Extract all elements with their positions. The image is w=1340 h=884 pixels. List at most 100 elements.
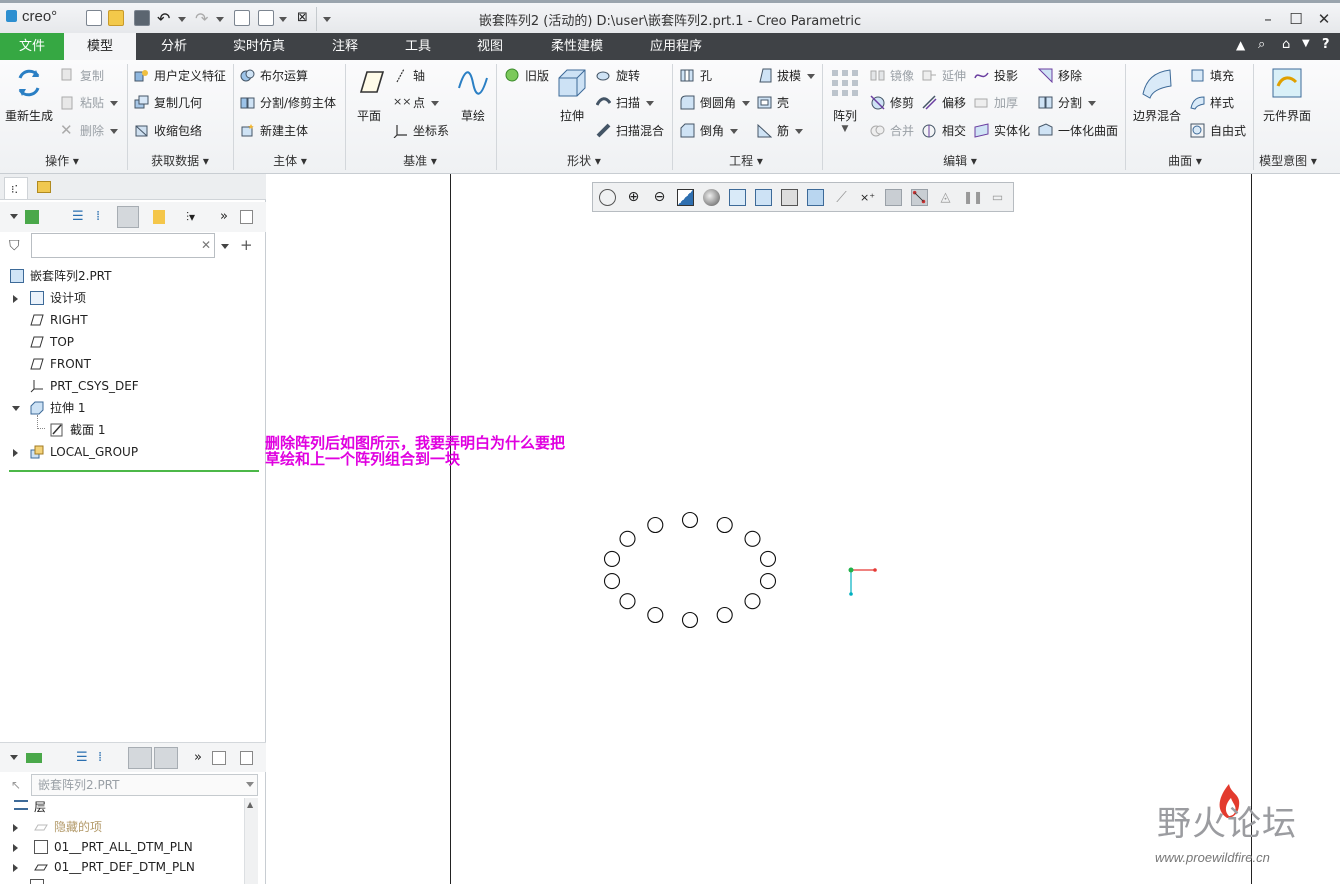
delete-button[interactable]: ✕ 删除 [60,121,119,141]
fill-button[interactable]: 填充 [1190,66,1234,86]
close-button[interactable]: ✕ [1314,9,1334,29]
boundary-blend-button[interactable]: 边界混合 [1131,66,1183,124]
layer-item-all-dtm-pln[interactable]: 01__PRT_ALL_DTM_PLN [34,837,193,857]
layer-display-toggle[interactable] [128,747,152,769]
merge-button[interactable]: 合并 [870,121,914,141]
collapse-ribbon-icon[interactable]: ▲ [1236,38,1245,52]
tree-item-extrude[interactable]: 拉伸 1 [30,398,85,418]
layer-columns-icon[interactable]: ⁞ [98,751,114,765]
folder-browser-tab[interactable] [32,177,56,199]
tab-analysis[interactable]: 分析 [146,33,202,60]
revolve-button[interactable]: 旋转 [596,66,640,86]
close-window-icon[interactable]: ⊠ [297,10,308,25]
datum-point-button[interactable]: ×× 点 [393,93,440,113]
layer-properties-toggle[interactable] [154,747,178,769]
layer-item-def-dtm-pln[interactable]: 01__PRT_DEF_DTM_PLN [34,857,195,877]
expand-icon[interactable] [13,295,18,303]
tab-flexible-modeling[interactable]: 柔性建模 [536,33,618,60]
group-label-surfaces[interactable]: 曲面 ▾ [1160,152,1210,169]
windows-icon[interactable] [258,10,274,26]
tree-item-design-items[interactable]: 设计项 [30,288,86,308]
windows-dropdown-icon[interactable] [279,17,287,25]
expand-icon[interactable] [13,824,18,832]
help-dropdown-icon[interactable]: ▼ [1302,38,1310,49]
mirror-button[interactable]: 镜像 [870,66,914,86]
sweep-button[interactable]: 扫描 [596,93,655,113]
copy-button[interactable]: 复制 [60,66,104,86]
intersect-button[interactable]: 相交 [922,121,966,141]
layer-expand-icon[interactable]: ☰ [76,751,92,765]
tab-file[interactable]: 文件 [0,33,64,60]
tree-search-input[interactable] [31,233,215,258]
boolean-button[interactable]: 布尔运算 [240,66,308,86]
layer-scrollbar[interactable]: ▲ [244,798,258,884]
legacy-button[interactable]: 旧版 [505,66,549,86]
tree-expand-icon[interactable]: ☰ [72,210,88,224]
search-dropdown-icon[interactable] [221,244,229,249]
expand-icon[interactable] [13,864,18,872]
datum-plane-button[interactable]: 平面 [352,66,386,124]
shrinkwrap-button[interactable]: 收缩包络 [134,121,202,141]
layer-menu-dropdown-icon[interactable] [10,755,18,760]
show-icon[interactable] [153,210,165,224]
maximize-button[interactable]: ☐ [1286,9,1306,29]
layers-icon[interactable] [26,753,42,763]
layer-list-icon[interactable] [212,751,226,765]
extrude-button[interactable]: 拉伸 [554,66,590,124]
pattern-hole[interactable] [619,530,636,547]
sketch-button[interactable]: 草绘 [456,66,490,124]
tab-applications[interactable]: 应用程序 [638,33,714,60]
model-tree-tab[interactable]: ⁝⁚ [4,177,28,199]
project-button[interactable]: 投影 [974,66,1018,86]
graphics-window[interactable]: ⊕ ⊖ ⟋ ×⁺ ◬ ❚❚ ▭ 删除阵列后如图所示，我要弄明白为什么要把 草绘和… [265,174,1340,884]
draft-button[interactable]: 拔模 [757,66,816,86]
datum-axis-button[interactable]: 轴 [393,66,425,86]
layer-notes-icon[interactable] [240,751,253,765]
unify-surfaces-button[interactable]: 一体化曲面 [1038,121,1118,141]
tab-view[interactable]: 视图 [464,33,516,60]
pattern-hole[interactable] [744,593,761,610]
regenerate-quick-icon[interactable] [234,10,250,26]
pattern-hole[interactable] [603,573,621,590]
expand-icon[interactable] [13,844,18,852]
pattern-hole[interactable] [647,606,664,624]
more-icon[interactable]: » [220,210,236,224]
group-label-shapes[interactable]: 形状 ▾ [556,152,612,169]
shell-button[interactable]: 壳 [757,93,789,113]
pattern-hole[interactable] [603,550,621,567]
tab-simulation[interactable]: 实时仿真 [222,33,296,60]
trim-button[interactable]: 修剪 [870,93,914,113]
udf-button[interactable]: 用户定义特征 [134,66,226,86]
tree-settings-toggle[interactable] [117,206,139,228]
pattern-hole[interactable] [681,511,699,529]
undo-dropdown-icon[interactable] [178,17,186,25]
copy-geometry-button[interactable]: 复制几何 [134,93,202,113]
chamfer-button[interactable]: 倒角 [680,121,739,141]
tree-item-right[interactable]: RIGHT [30,310,88,330]
pattern-hole[interactable] [744,530,761,547]
tree-item-top[interactable]: TOP [30,332,74,352]
freeform-button[interactable]: 自由式 [1190,121,1246,141]
redo-icon[interactable]: ↷ [195,9,208,28]
extend-button[interactable]: 延伸 [922,66,966,86]
redo-dropdown-icon[interactable] [216,17,224,25]
customize-toolbar-icon[interactable] [323,17,331,25]
layer-model-select[interactable]: 嵌套阵列2.PRT [31,774,258,796]
tree-notes-icon[interactable] [240,210,253,224]
layer-select-dropdown-icon[interactable] [246,782,254,787]
search-icon[interactable]: ⌕ [1258,37,1265,52]
group-label-operations[interactable]: 操作 ▾ [30,152,94,169]
new-body-button[interactable]: 新建主体 [240,121,308,141]
tree-columns-icon[interactable]: ⁞ [96,210,112,224]
open-folder-icon[interactable] [108,10,124,26]
layer-item-hidden[interactable]: 隐藏的项 [34,817,102,837]
rib-button[interactable]: 筋 [757,121,804,141]
pattern-hole[interactable] [759,573,777,590]
group-label-editing[interactable]: 编辑 ▾ [930,152,990,169]
pattern-hole[interactable] [716,606,733,624]
tree-item-section[interactable]: 截面 1 [50,420,105,440]
tree-item-csys[interactable]: PRT_CSYS_DEF [30,376,139,396]
thicken-button[interactable]: 加厚 [974,93,1018,113]
pattern-hole[interactable] [619,593,636,610]
component-interface-button[interactable]: 元件界面 [1258,66,1316,124]
